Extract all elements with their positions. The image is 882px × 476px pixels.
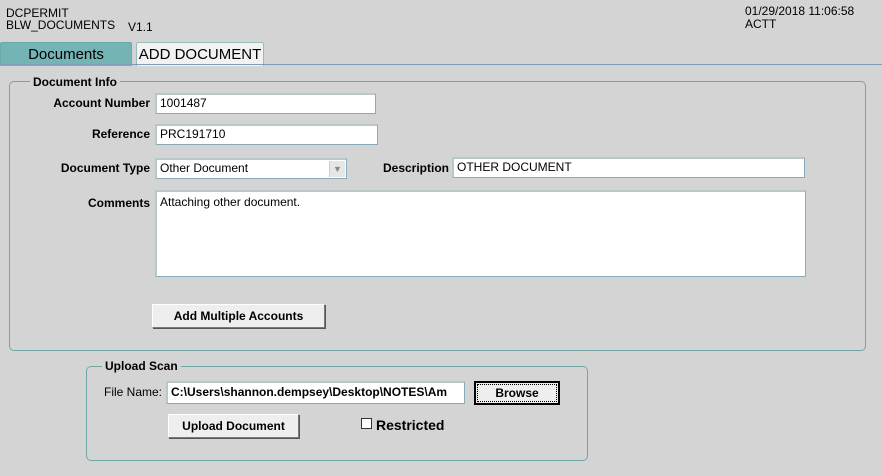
restricted-label: Restricted — [376, 417, 445, 433]
version-label: V1.1 — [128, 20, 153, 34]
reference-field[interactable]: PRC191710 — [155, 124, 378, 145]
document-type-label: Document Type — [60, 161, 150, 175]
comments-label: Comments — [87, 196, 150, 210]
reference-label: Reference — [91, 127, 150, 141]
tab-divider — [0, 64, 882, 65]
datetime: 01/29/2018 11:06:58 — [745, 4, 855, 18]
upload-scan-legend: Upload Scan — [102, 359, 181, 373]
form-name: BLW_DOCUMENTS — [6, 18, 116, 32]
tab-add-document[interactable]: ADD DOCUMENT — [136, 42, 264, 66]
tab-documents[interactable]: Documents — [0, 42, 132, 66]
browse-button[interactable]: Browse — [474, 381, 560, 405]
file-name-label: File Name: — [103, 385, 162, 399]
description-field[interactable]: OTHER DOCUMENT — [452, 157, 805, 178]
document-type-select[interactable]: Other Document ▼ — [155, 158, 347, 179]
add-multiple-accounts-button[interactable]: Add Multiple Accounts — [152, 304, 325, 328]
comments-field[interactable]: Attaching other document. — [155, 190, 806, 277]
upload-document-button[interactable]: Upload Document — [168, 414, 299, 438]
document-type-value: Other Document — [160, 161, 249, 175]
description-label: Description — [382, 161, 449, 175]
restricted-checkbox[interactable] — [361, 418, 372, 429]
account-number-label: Account Number — [53, 96, 150, 110]
chevron-down-icon[interactable]: ▼ — [329, 161, 345, 177]
account-number-field[interactable]: 1001487 — [155, 93, 376, 114]
document-info-legend: Document Info — [30, 75, 120, 89]
mode-indicator: ACTT — [745, 17, 777, 31]
file-name-field[interactable]: C:\Users\shannon.dempsey\Desktop\NOTES\A… — [166, 381, 465, 404]
